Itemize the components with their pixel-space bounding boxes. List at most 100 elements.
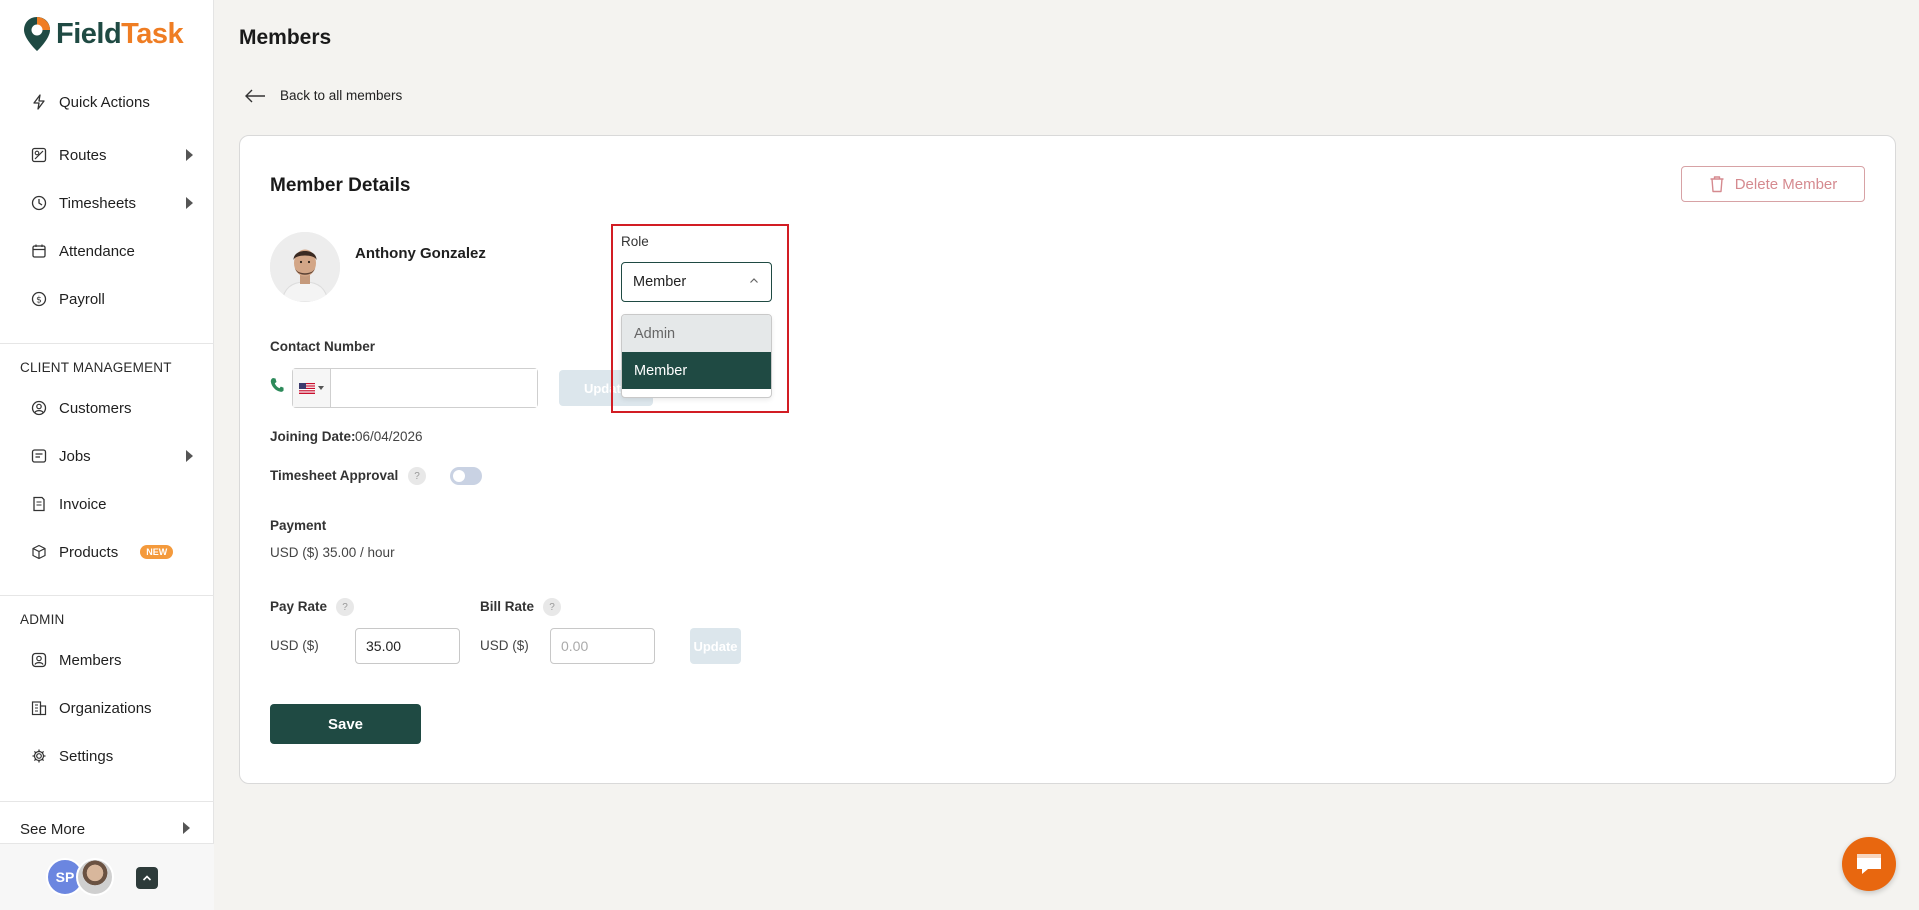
sidebar-item-customers[interactable]: Customers	[31, 394, 193, 422]
caret-right-icon[interactable]	[186, 450, 193, 462]
bill-rate-currency: USD ($)	[480, 638, 529, 653]
gear-icon	[31, 748, 47, 764]
chevron-up-icon	[750, 278, 758, 283]
role-dropdown-menu: Admin Member	[621, 314, 772, 398]
payroll-icon: $	[31, 291, 47, 307]
page-title: Members	[239, 26, 332, 49]
save-button[interactable]: Save	[270, 704, 421, 744]
member-details-card: Member Details Delete Member Anthony Gon…	[239, 135, 1896, 784]
payment-label: Payment	[270, 518, 327, 533]
see-more-label: See More	[20, 820, 86, 838]
role-option-admin[interactable]: Admin	[622, 315, 771, 352]
sidebar-item-quick-actions[interactable]: Quick Actions	[31, 88, 193, 116]
phone-icon	[270, 378, 284, 392]
invoice-icon	[31, 496, 47, 512]
sidebar-item-jobs[interactable]: Jobs	[31, 442, 193, 470]
update-rates-button[interactable]: Update	[690, 628, 741, 664]
member-icon	[31, 652, 47, 668]
calendar-icon	[31, 243, 47, 259]
role-select[interactable]: Member	[621, 262, 772, 302]
help-icon[interactable]: ?	[408, 467, 426, 485]
sidebar-item-timesheets[interactable]: Timesheets	[31, 189, 193, 217]
trash-icon	[1710, 176, 1724, 193]
back-to-members-link[interactable]: Back to all members	[244, 88, 402, 103]
role-label: Role	[621, 234, 649, 249]
caret-right-icon[interactable]	[186, 149, 193, 161]
sidebar-item-label: Attendance	[59, 242, 135, 260]
chat-icon	[1857, 854, 1881, 874]
bill-rate-input[interactable]	[550, 628, 655, 664]
sidebar-item-routes[interactable]: Routes	[31, 141, 193, 169]
bill-rate-label: Bill Rate	[480, 599, 535, 614]
sidebar-item-label: Organizations	[59, 699, 152, 717]
country-code-select[interactable]	[293, 369, 331, 407]
sidebar-item-label: Members	[59, 651, 122, 669]
delete-member-button[interactable]: Delete Member	[1681, 166, 1865, 202]
phone-input-group	[292, 368, 538, 408]
back-link-label: Back to all members	[280, 88, 403, 103]
sidebar-divider	[0, 595, 214, 596]
role-option-member[interactable]: Member	[622, 352, 771, 389]
help-icon[interactable]: ?	[336, 598, 354, 616]
section-label-admin: ADMIN	[20, 612, 65, 627]
us-flag-icon	[299, 382, 315, 394]
caret-right-icon[interactable]	[186, 197, 193, 209]
fieldtask-logo[interactable]: FieldTask	[22, 16, 184, 52]
bolt-icon	[31, 94, 47, 110]
sidebar-item-members[interactable]: Members	[31, 646, 193, 674]
svg-text:$: $	[36, 296, 42, 306]
logo-pin-icon	[22, 16, 52, 52]
user-avatar-photo[interactable]	[76, 858, 114, 896]
sidebar-item-payroll[interactable]: $ Payroll	[31, 285, 193, 313]
sidebar-item-organizations[interactable]: Organizations	[31, 694, 193, 722]
help-icon[interactable]: ?	[543, 598, 561, 616]
sidebar-item-label: Routes	[59, 146, 107, 164]
delete-member-label: Delete Member	[1734, 175, 1838, 193]
pay-rate-label: Pay Rate	[270, 599, 328, 614]
sidebar-item-products[interactable]: Products NEW	[31, 538, 193, 566]
sidebar-item-label: Customers	[59, 399, 132, 417]
building-icon	[31, 700, 47, 716]
sidebar-item-label: Settings	[59, 747, 114, 765]
timesheet-approval-toggle[interactable]	[450, 467, 482, 485]
jobs-icon	[31, 448, 47, 464]
section-label-client-management: CLIENT MANAGEMENT	[20, 360, 172, 375]
sidebar-item-label: Quick Actions	[59, 93, 150, 111]
pay-rate-currency: USD ($)	[270, 638, 319, 653]
sidebar-item-label: Invoice	[59, 495, 107, 513]
chevron-up-icon	[142, 875, 152, 881]
pay-rate-input[interactable]	[355, 628, 460, 664]
joining-date-label: Joining Date:	[270, 429, 356, 444]
sidebar-item-invoice[interactable]: Invoice	[31, 490, 193, 518]
logo-text-field: Field	[56, 17, 122, 50]
sidebar-divider	[0, 343, 214, 344]
clock-icon	[31, 195, 47, 211]
contact-number-label: Contact Number	[270, 339, 376, 354]
payment-value: USD ($) 35.00 / hour	[270, 545, 395, 560]
logo-text-task: Task	[121, 17, 184, 50]
sidebar-item-label: Timesheets	[59, 194, 136, 212]
sidebar-item-label: Products	[59, 543, 119, 561]
arrow-left-icon	[245, 89, 265, 102]
map-icon	[31, 147, 47, 163]
expand-user-menu-button[interactable]	[136, 867, 158, 889]
joining-date-value: 06/04/2026	[355, 429, 423, 444]
see-more-toggle[interactable]: See More	[20, 817, 190, 841]
card-title: Member Details	[270, 175, 411, 196]
customer-icon	[31, 400, 47, 416]
chat-support-button[interactable]	[1842, 837, 1896, 891]
box-icon	[31, 544, 47, 560]
caret-right-icon	[183, 822, 190, 834]
sidebar: FieldTask Quick Actions Routes Timesheet…	[0, 0, 214, 910]
phone-number-input[interactable]	[331, 369, 537, 407]
chevron-down-icon	[318, 386, 324, 390]
sidebar-item-attendance[interactable]: Attendance	[31, 237, 193, 265]
timesheet-approval-label: Timesheet Approval	[270, 468, 399, 483]
sidebar-divider	[0, 801, 214, 802]
new-badge: NEW	[140, 545, 174, 559]
role-selected-value: Member	[633, 274, 687, 290]
member-name: Anthony Gonzalez	[355, 245, 486, 262]
user-panel: SP	[0, 843, 214, 910]
sidebar-item-settings[interactable]: Settings	[31, 742, 193, 770]
member-avatar	[270, 232, 340, 302]
